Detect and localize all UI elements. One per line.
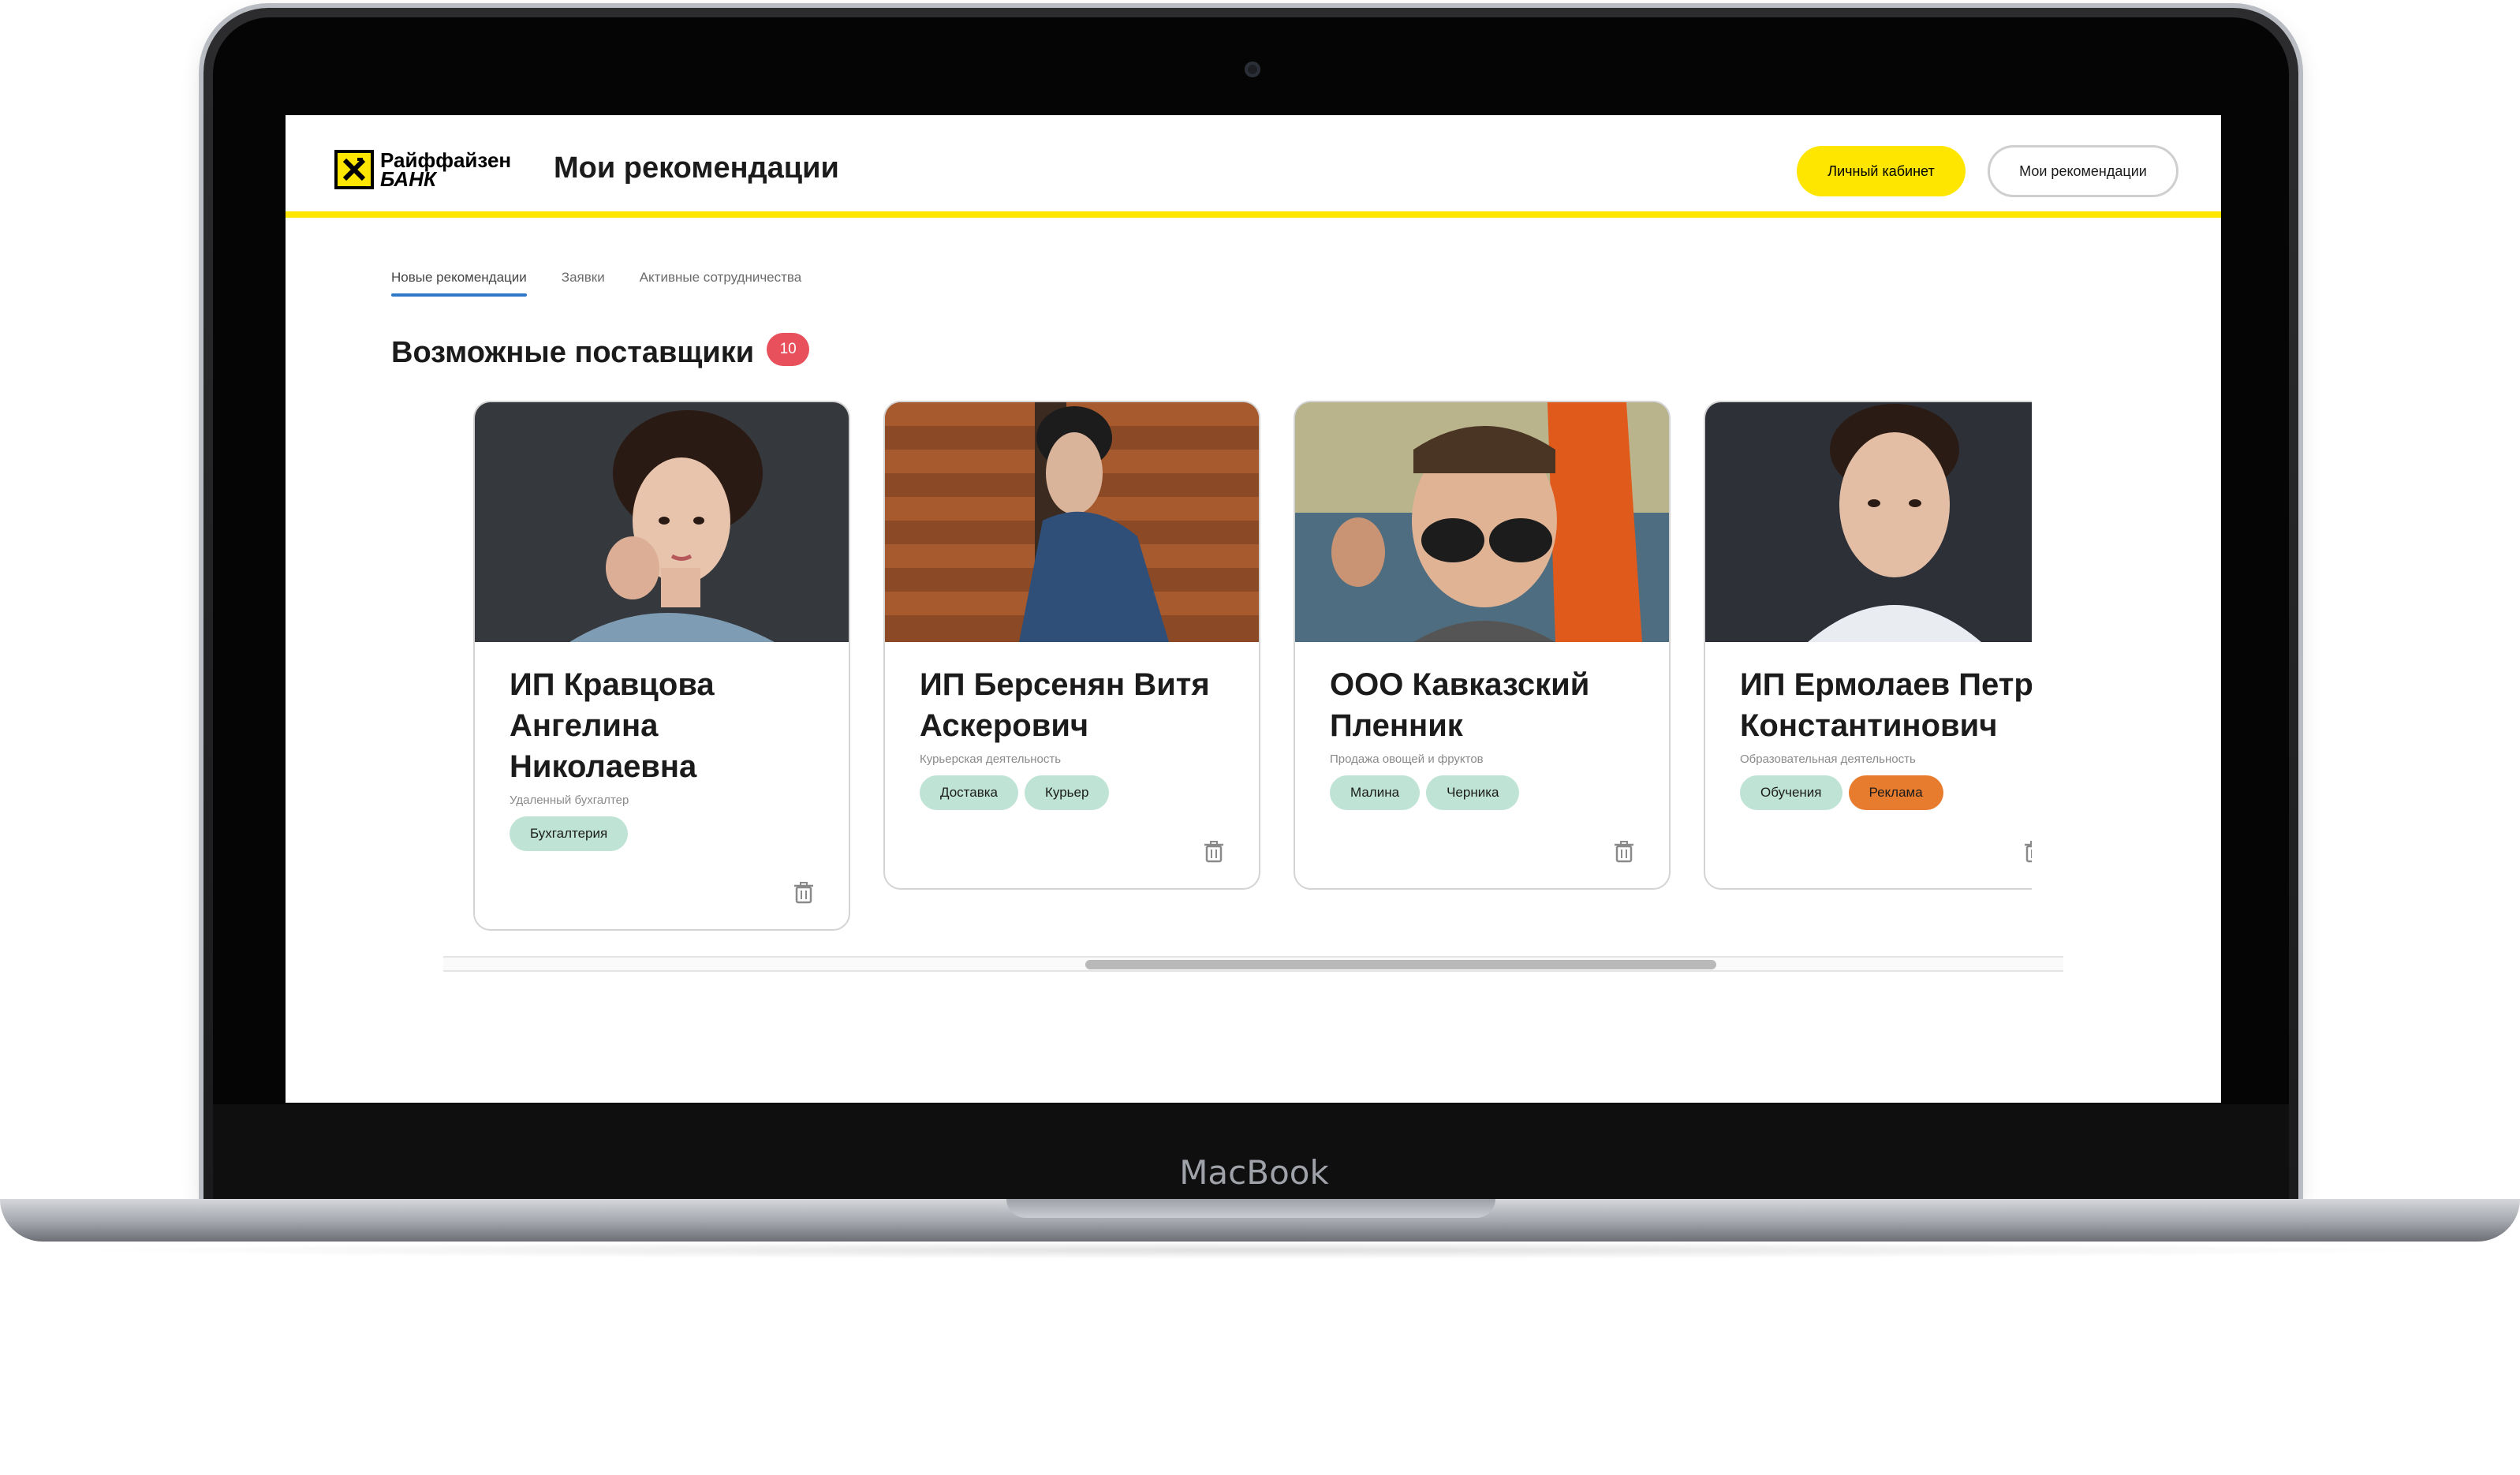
- tag-chip[interactable]: Черника: [1426, 775, 1520, 810]
- tag-chip[interactable]: Малина: [1330, 775, 1421, 810]
- section-title: Возможные поставщики: [391, 336, 755, 369]
- personal-cabinet-button[interactable]: Личный кабинет: [1797, 146, 1966, 196]
- supplier-activity: Удаленный бухгалтер: [510, 794, 629, 807]
- count-badge: 10: [767, 332, 810, 366]
- trash-icon[interactable]: [793, 882, 814, 904]
- tab-applications[interactable]: Заявки: [562, 270, 605, 297]
- tag-list: Малина Черника: [1330, 775, 1634, 810]
- supplier-name: ИП Берсенян Витя Аскерович: [920, 667, 1210, 743]
- app-screen: Райффайзен БАНК Мои рекомендации Личный …: [286, 115, 2221, 1103]
- tag-chip[interactable]: Реклама: [1848, 775, 1943, 810]
- laptop-shadow: [63, 1242, 2457, 1259]
- supplier-card[interactable]: ИП Кравцова Ангелина Николаевна Удаленны…: [473, 401, 850, 931]
- supplier-name: ИП Ермолаев Петр Константинович: [1740, 667, 2032, 743]
- trash-icon[interactable]: [1614, 841, 1634, 863]
- tab-active-collaborations[interactable]: Активные сотрудничества: [640, 270, 802, 297]
- tag-list: Обучения Реклама: [1740, 775, 2032, 810]
- tag-chip[interactable]: Бухгалтерия: [510, 816, 629, 851]
- page-title: Мои рекомендации: [554, 151, 839, 185]
- section-header: Возможные поставщики 10: [391, 332, 810, 370]
- logo-text-line2: БАНК: [380, 167, 436, 191]
- supplier-photo: [1705, 402, 2032, 642]
- supplier-card[interactable]: ИП Берсенян Витя Аскерович Курьерская де…: [883, 401, 1260, 890]
- tag-chip[interactable]: Обучения: [1740, 775, 1842, 810]
- supplier-activity: Продажа овощей и фруктов: [1330, 752, 1484, 766]
- tag-list: Бухгалтерия: [510, 816, 814, 851]
- supplier-photo: [475, 402, 849, 642]
- supplier-photo: [1295, 402, 1669, 642]
- laptop-base-notch: [1006, 1199, 1495, 1218]
- tab-bar: Новые рекомендации Заявки Активные сотру…: [391, 270, 801, 297]
- logo-mark-icon: [334, 150, 374, 189]
- trash-icon[interactable]: [1204, 841, 1224, 863]
- scrollbar-thumb[interactable]: [1085, 960, 1716, 969]
- cards-carousel[interactable]: ИП Кравцова Ангелина Николаевна Удаленны…: [473, 401, 2032, 937]
- tag-chip[interactable]: Курьер: [1025, 775, 1110, 810]
- supplier-name: ИП Кравцова Ангелина Николаевна: [510, 667, 715, 784]
- tag-list: Доставка Курьер: [920, 775, 1224, 810]
- my-recommendations-button[interactable]: Мои рекомендации: [1988, 145, 2178, 197]
- top-header: Райффайзен БАНК Мои рекомендации Личный …: [286, 115, 2221, 218]
- bank-logo[interactable]: Райффайзен БАНК: [334, 150, 511, 189]
- tag-chip[interactable]: Доставка: [920, 775, 1019, 810]
- horizontal-scrollbar[interactable]: [443, 956, 2063, 972]
- supplier-activity: Образовательная деятельность: [1740, 752, 1916, 766]
- supplier-activity: Курьерская деятельность: [920, 752, 1062, 766]
- supplier-photo: [885, 402, 1259, 642]
- supplier-card[interactable]: ИП Ермолаев Петр Константинович Образова…: [1704, 401, 2032, 890]
- supplier-name: ООО Кавказский Пленник: [1330, 667, 1590, 743]
- device-brand-label: MacBook: [1179, 1153, 1329, 1192]
- supplier-card[interactable]: ООО Кавказский Пленник Продажа овощей и …: [1294, 401, 1671, 890]
- camera-icon: [1245, 62, 1260, 77]
- trash-icon[interactable]: [2024, 841, 2032, 863]
- tab-new-recommendations[interactable]: Новые рекомендации: [391, 270, 527, 297]
